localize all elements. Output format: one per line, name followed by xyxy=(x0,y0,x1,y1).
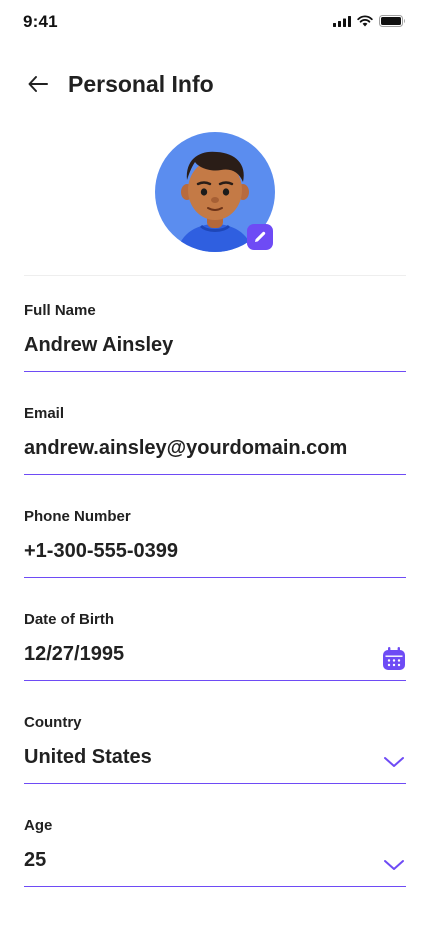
age-field[interactable]: Age 25 xyxy=(24,817,406,897)
calendar-icon xyxy=(383,647,405,670)
profile-avatar-section xyxy=(155,132,275,252)
field-underline xyxy=(24,886,406,887)
country-field[interactable]: Country United States xyxy=(24,714,406,794)
field-label: Email xyxy=(24,405,65,422)
page-title: Personal Info xyxy=(68,71,214,97)
calendar-button[interactable] xyxy=(382,647,406,671)
section-divider xyxy=(24,275,406,276)
date-of-birth-field[interactable]: Date of Birth 12/27/1995 xyxy=(24,611,406,691)
field-label: Country xyxy=(24,714,82,731)
field-underline xyxy=(24,577,406,578)
status-time: 9:41 xyxy=(23,12,58,31)
age-dropdown-button[interactable] xyxy=(382,853,406,877)
country-dropdown-button[interactable] xyxy=(382,750,406,774)
pencil-icon xyxy=(255,231,266,242)
phone-number-input[interactable]: +1-300-555-0399 xyxy=(24,540,178,563)
wifi-icon xyxy=(357,15,373,27)
arrow-left-icon xyxy=(28,76,48,92)
status-icons xyxy=(333,15,406,27)
field-label: Full Name xyxy=(24,302,96,319)
field-label: Phone Number xyxy=(24,508,131,525)
field-underline xyxy=(24,474,406,475)
chevron-down-icon xyxy=(384,757,404,767)
signal-icon xyxy=(333,15,351,27)
edit-avatar-button[interactable] xyxy=(247,224,273,250)
header: Personal Info xyxy=(0,60,430,110)
full-name-field[interactable]: Full Name Andrew Ainsley xyxy=(24,302,406,382)
country-select[interactable]: United States xyxy=(24,746,152,769)
email-input[interactable]: andrew.ainsley@yourdomain.com xyxy=(24,437,347,460)
field-underline xyxy=(24,680,406,681)
back-button[interactable] xyxy=(24,70,52,98)
chevron-down-icon xyxy=(384,860,404,870)
email-field[interactable]: Email andrew.ainsley@yourdomain.com xyxy=(24,405,406,485)
phone-number-field[interactable]: Phone Number +1-300-555-0399 xyxy=(24,508,406,588)
field-label: Age xyxy=(24,817,53,834)
age-select[interactable]: 25 xyxy=(24,849,46,872)
field-label: Date of Birth xyxy=(24,611,114,628)
field-underline xyxy=(24,783,406,784)
full-name-input[interactable]: Andrew Ainsley xyxy=(24,334,173,357)
field-underline xyxy=(24,371,406,372)
battery-icon xyxy=(379,15,405,27)
status-bar: 9:41 xyxy=(0,0,430,44)
date-of-birth-input[interactable]: 12/27/1995 xyxy=(24,643,124,666)
